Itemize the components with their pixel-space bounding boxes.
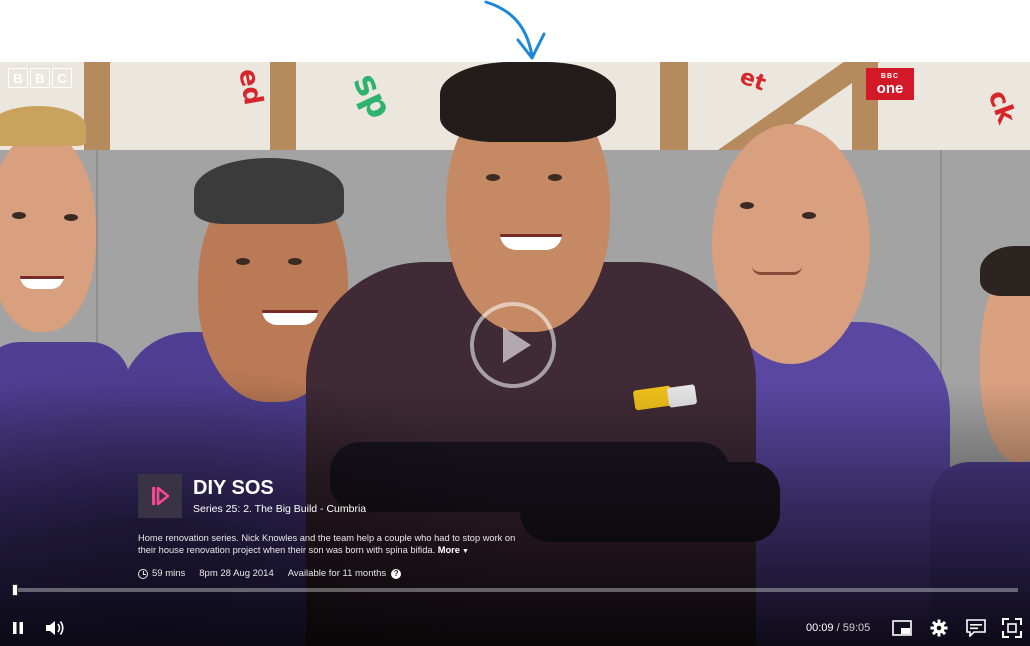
fullscreen-button[interactable]: [1000, 616, 1024, 640]
progress-bar[interactable]: [12, 584, 1018, 596]
total-time: 59:05: [842, 622, 871, 634]
subtitles-button[interactable]: [964, 616, 988, 640]
broadcast-date: 8pm 28 Aug 2014: [199, 568, 273, 579]
iplayer-icon: [138, 474, 182, 518]
clock-icon: [138, 568, 148, 579]
settings-icon: [930, 619, 948, 637]
cast-icon: [892, 620, 912, 636]
channel-logo-one: one: [876, 79, 904, 97]
programme-title: DIY SOS: [193, 477, 274, 499]
annotation-area: [0, 0, 1030, 62]
bbc-logo-letter: B: [8, 68, 28, 88]
more-link[interactable]: More ▼: [438, 545, 469, 555]
episode-subtitle: Series 25: 2. The Big Build - Cumbria: [193, 503, 367, 515]
programme-description: Home renovation series. Nick Knowles and…: [138, 532, 518, 558]
subtitles-icon: [966, 619, 986, 637]
pause-button[interactable]: [6, 616, 30, 640]
play-icon: [503, 327, 531, 363]
bbc-logo: B B C: [8, 68, 72, 88]
bbc-logo-letter: B: [30, 68, 50, 88]
scrubber-handle[interactable]: [12, 584, 18, 596]
time-display: 00:09 / 59:05: [806, 622, 870, 634]
bbc-logo-letter: C: [52, 68, 72, 88]
broadcast-text: 8pm 28 Aug 2014: [199, 568, 274, 579]
volume-icon: [46, 621, 64, 635]
programme-meta: 59 mins 8pm 28 Aug 2014 Available for 11…: [138, 568, 415, 579]
video-player[interactable]: ed sp et ck: [0, 62, 1030, 646]
chevron-down-icon: ▼: [461, 548, 469, 555]
help-icon[interactable]: ?: [391, 568, 402, 579]
current-time: 00:09: [806, 622, 834, 634]
player-controls: 00:09 / 59:05: [0, 610, 1030, 646]
more-label: More: [437, 545, 460, 555]
availability: Available for 11 months ?: [287, 568, 402, 579]
volume-button[interactable]: [42, 616, 68, 640]
duration-text: 59 mins: [152, 568, 186, 579]
play-button[interactable]: [470, 302, 556, 388]
fullscreen-icon: [1002, 618, 1022, 638]
channel-logo: BBC one: [866, 68, 914, 100]
settings-button[interactable]: [927, 616, 951, 640]
cast-button[interactable]: [890, 616, 914, 640]
availability-text: Available for 11 months: [287, 568, 387, 579]
annotation-arrow: [484, 0, 546, 60]
duration: 59 mins: [138, 568, 185, 579]
pause-icon: [13, 622, 23, 634]
